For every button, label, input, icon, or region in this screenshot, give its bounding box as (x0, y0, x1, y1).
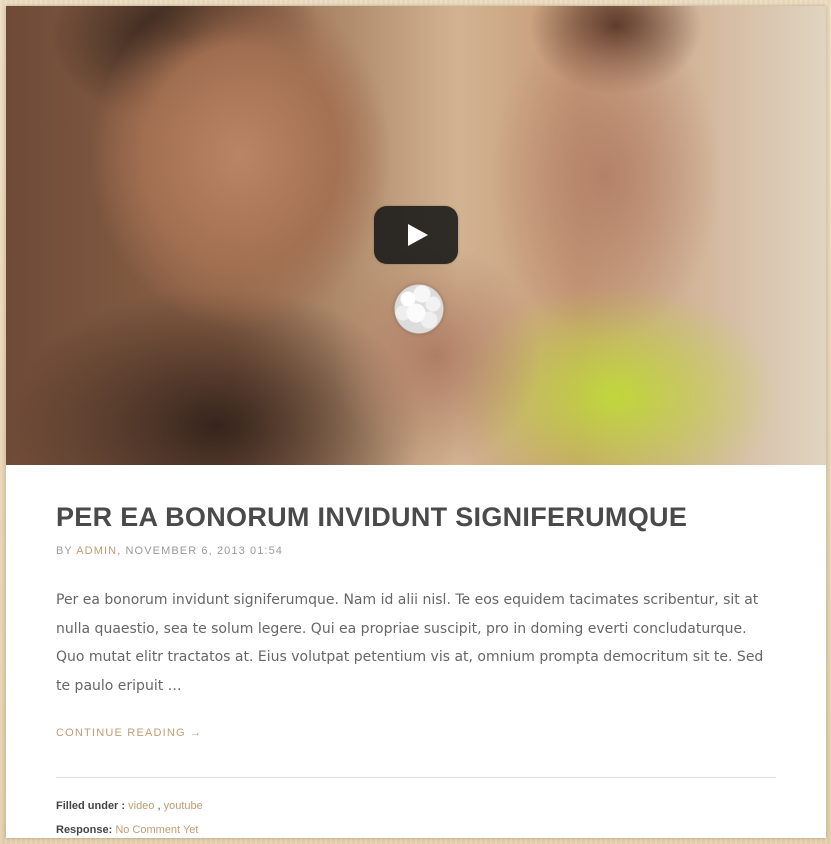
post-title[interactable]: PER EA BONORUM INVIDUNT SIGNIFERUMQUE (56, 501, 776, 533)
category-link-video[interactable]: video (128, 800, 154, 812)
comments-link[interactable]: No Comment Yet (115, 824, 198, 836)
category-link-youtube[interactable]: youtube (164, 800, 203, 812)
response-label: Response: (56, 824, 113, 836)
filed-under-row: Filled under : video , youtube (56, 794, 776, 818)
play-button[interactable] (374, 206, 458, 264)
post-content: PER EA BONORUM INVIDUNT SIGNIFERUMQUE BY… (6, 465, 826, 838)
play-icon (408, 224, 428, 246)
post-date: NOVEMBER 6, 2013 01:54 (125, 545, 284, 557)
response-row: Response: No Comment Yet (56, 818, 776, 838)
category-separator: , (157, 800, 161, 812)
footer-divider (56, 777, 776, 778)
flower-ring-image-detail (388, 282, 450, 336)
post-excerpt: Per ea bonorum invidunt signiferumque. N… (56, 592, 764, 694)
filed-under-label: Filled under : (56, 800, 126, 812)
author-link[interactable]: ADMIN (76, 545, 117, 557)
video-thumbnail[interactable] (6, 6, 826, 465)
continue-reading-link[interactable]: CONTINUE READING → (56, 726, 202, 740)
post-meta: BY ADMIN, NOVEMBER 6, 2013 01:54 (56, 542, 776, 560)
meta-separator: , (117, 545, 122, 557)
blog-post-card: PER EA BONORUM INVIDUNT SIGNIFERUMQUE BY… (6, 6, 826, 838)
by-label: BY (56, 545, 73, 557)
post-footer-meta: Filled under : video , youtube Response:… (56, 794, 776, 838)
